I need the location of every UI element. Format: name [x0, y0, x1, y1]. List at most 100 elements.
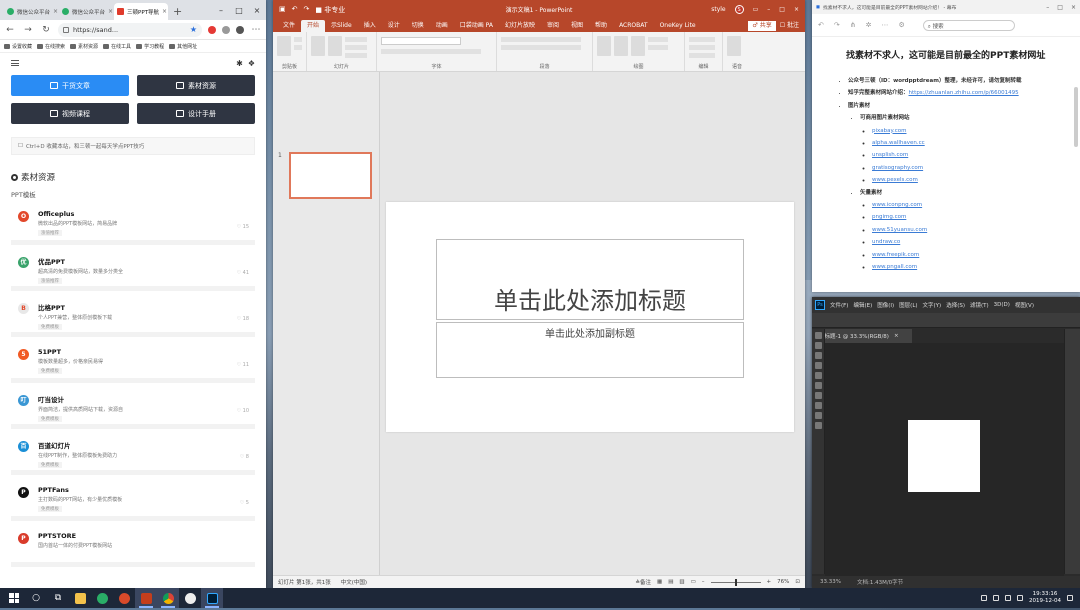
- ribbon-tab[interactable]: 切换: [406, 20, 430, 32]
- more-icon[interactable]: ⋯: [250, 25, 262, 35]
- mindmap-icon[interactable]: ✲: [866, 21, 872, 29]
- maximize-icon[interactable]: □: [230, 2, 248, 20]
- outline-item[interactable]: www.pngall.com: [872, 261, 1062, 273]
- like-count[interactable]: ♡ 18: [237, 316, 249, 322]
- minimize-icon[interactable]: –: [212, 2, 230, 20]
- brush-tool-icon[interactable]: [814, 372, 822, 379]
- clock[interactable]: 19:33:16 2019-12-04: [1029, 591, 1061, 605]
- sorter-view-icon[interactable]: ▤: [668, 579, 673, 585]
- outline-link[interactable]: pixabay.com: [872, 128, 906, 134]
- comments-button[interactable]: ☐ 批注: [780, 20, 799, 32]
- undo-icon[interactable]: ↶: [292, 5, 298, 15]
- maximize-icon[interactable]: □: [1057, 4, 1063, 11]
- resource-item[interactable]: O Officeplus 微软出品的PPT模板网站，简易品牌 涨值推荐 ♡ 15: [11, 205, 255, 245]
- notification-icon[interactable]: [1067, 595, 1073, 601]
- ribbon-tab[interactable]: 插入: [358, 20, 382, 32]
- browser-tab-1[interactable]: 微信公众平台 ×: [4, 3, 58, 20]
- save-icon[interactable]: ▣: [279, 5, 286, 15]
- new-tab-button[interactable]: +: [169, 5, 186, 20]
- outline-link[interactable]: www.iconpng.com: [872, 202, 922, 208]
- ribbon-tab[interactable]: 示Slide: [325, 20, 358, 32]
- bookmark-6[interactable]: 其他网址: [169, 43, 197, 50]
- outline-item[interactable]: gratisography.com: [872, 162, 1062, 174]
- ribbon-tab[interactable]: 口袋动画 PA: [454, 20, 499, 32]
- like-count[interactable]: ♡ 15: [237, 224, 249, 230]
- ps-menu-item[interactable]: 3D(D): [994, 302, 1010, 308]
- close-icon[interactable]: ×: [794, 6, 799, 13]
- volume-icon[interactable]: [1005, 595, 1012, 601]
- outline-link[interactable]: alpha.wallhaven.cc: [872, 140, 925, 146]
- font-format-buttons[interactable]: [381, 49, 481, 54]
- bookmark-2[interactable]: 在线搜索: [37, 43, 65, 50]
- redo-icon[interactable]: ↷: [304, 5, 310, 15]
- outline-item[interactable]: 可商用图片素材网站pixabay.comalpha.wallhaven.ccun…: [860, 112, 1062, 186]
- eraser-tool-icon[interactable]: [814, 382, 822, 389]
- like-count[interactable]: ♡ 5: [240, 500, 249, 506]
- crop-tool-icon[interactable]: [814, 362, 822, 369]
- browser-tab-2[interactable]: 微信公众平台 ×: [59, 3, 113, 20]
- ribbon-tab[interactable]: 帮助: [589, 20, 613, 32]
- slideshow-icon[interactable]: ▭: [691, 579, 696, 585]
- input-method-icon[interactable]: [1017, 595, 1024, 601]
- star-icon[interactable]: ★: [190, 25, 197, 34]
- quick-styles-icon[interactable]: [631, 36, 645, 56]
- share-button[interactable]: ♂ 共享: [748, 21, 776, 31]
- taskbar-powerpoint[interactable]: [135, 588, 157, 608]
- font-name-input[interactable]: [381, 37, 461, 45]
- slide-thumbnail[interactable]: [289, 152, 372, 199]
- bookmark-4[interactable]: 在线工具: [103, 43, 131, 50]
- minimize-icon[interactable]: –: [1046, 4, 1049, 11]
- outline-link[interactable]: www.pngall.com: [872, 264, 917, 270]
- outline-item[interactable]: 图片素材 可商用图片素材网站pixabay.comalpha.wallhaven…: [848, 100, 1062, 274]
- address-bar[interactable]: https://sand... ★: [58, 22, 202, 37]
- fit-window-icon[interactable]: ⊡: [795, 579, 800, 585]
- close-icon[interactable]: ×: [1071, 4, 1076, 11]
- tray-icon[interactable]: [981, 595, 988, 601]
- lasso-tool-icon[interactable]: [814, 352, 822, 359]
- settings-icon[interactable]: ✱: [236, 59, 243, 68]
- user-name[interactable]: style: [711, 6, 725, 13]
- close-icon[interactable]: ×: [162, 8, 167, 15]
- outline-item[interactable]: www.pexels.com: [872, 174, 1062, 186]
- ps-document-canvas[interactable]: [908, 420, 980, 492]
- ps-menu-item[interactable]: 滤镜(T): [970, 301, 989, 309]
- close-icon[interactable]: ×: [108, 8, 113, 15]
- outline-item[interactable]: pixabay.com: [872, 125, 1062, 137]
- outline-item[interactable]: 公众号三顿（ID：wordpptdream）整理，未经许可，请勿复制转载: [848, 75, 1062, 87]
- outline-item[interactable]: unsplish.com: [872, 149, 1062, 161]
- search-button[interactable]: ○: [25, 588, 47, 608]
- ribbon-tab[interactable]: 开始: [301, 20, 326, 32]
- avatar[interactable]: S: [734, 5, 744, 14]
- hand-tool-icon[interactable]: [814, 412, 822, 419]
- taskbar-wechat[interactable]: [91, 588, 113, 608]
- resource-item[interactable]: 叮 叮当设计 界面简洁，提供高质网站下载，资源自 免费模板 ♡ 10: [11, 389, 255, 429]
- resource-item[interactable]: B 比格PPT 个人PPT兼营，整体原创模板下载 免费模板 ♡ 18: [11, 297, 255, 337]
- bookmark-5[interactable]: 学习教程: [136, 43, 164, 50]
- shapes-icon[interactable]: [597, 36, 611, 56]
- outline-link[interactable]: www.pexels.com: [872, 177, 918, 183]
- courses-button[interactable]: 视频课程: [11, 103, 129, 124]
- settings-icon[interactable]: ⚙: [899, 21, 905, 29]
- outline-link[interactable]: www.51yuansu.com: [872, 227, 927, 233]
- notes-button[interactable]: ≙备注: [635, 578, 651, 586]
- ps-menu-item[interactable]: 文件(F): [830, 301, 848, 309]
- redo-icon[interactable]: ↷: [834, 21, 840, 29]
- ps-menu-item[interactable]: 图像(I): [877, 301, 894, 309]
- reuse-slide-icon[interactable]: [328, 36, 342, 56]
- zoom-tool-icon[interactable]: [814, 422, 822, 429]
- outline-link[interactable]: unsplish.com: [872, 152, 908, 158]
- outline-item[interactable]: alpha.wallhaven.cc: [872, 137, 1062, 149]
- ps-menu-item[interactable]: 编辑(E): [853, 301, 872, 309]
- search-input[interactable]: ⌕ 搜索: [922, 19, 1015, 31]
- outline-item[interactable]: www.51yuansu.com: [872, 224, 1062, 236]
- move-tool-icon[interactable]: [814, 332, 822, 339]
- taskbar-explorer[interactable]: [69, 588, 91, 608]
- profile-icon[interactable]: [236, 25, 244, 34]
- browser-tab-3[interactable]: 三顿PPT导航 ×: [114, 3, 168, 20]
- marquee-tool-icon[interactable]: [814, 342, 822, 349]
- outline-item[interactable]: www.iconpng.com: [872, 199, 1062, 211]
- ps-menu-item[interactable]: 视图(V): [1015, 301, 1034, 309]
- reading-view-icon[interactable]: ▥: [679, 579, 684, 585]
- close-icon[interactable]: ×: [53, 8, 58, 15]
- zoom-in-icon[interactable]: +: [767, 579, 772, 585]
